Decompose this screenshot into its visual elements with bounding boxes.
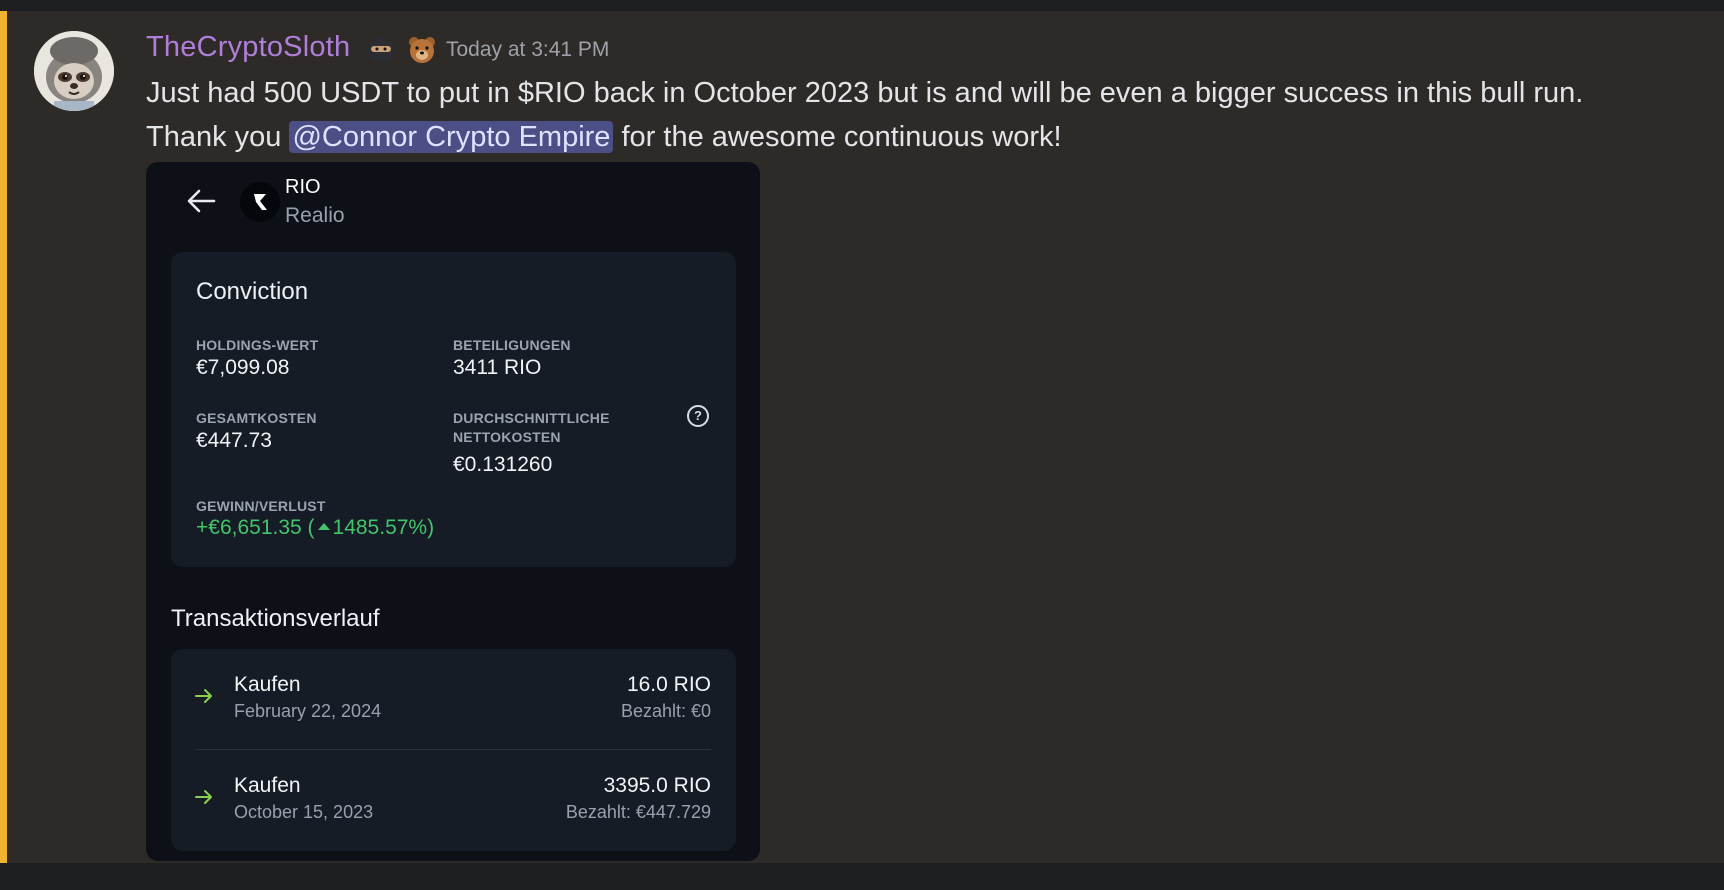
- attached-image[interactable]: RIO Realio Conviction HOLDINGS-WERT €7,0…: [146, 162, 760, 861]
- coin-symbol: RIO: [285, 176, 321, 198]
- back-arrow-icon: [187, 189, 216, 213]
- transaction-date: February 22, 2024: [234, 701, 382, 721]
- stakes-value: 3411 RIO: [453, 356, 542, 379]
- transaction-amount: 3395.0 RIO: [603, 774, 711, 797]
- message-timestamp[interactable]: Today at 3:41 PM: [446, 38, 609, 62]
- user-mention[interactable]: @Connor Crypto Empire: [289, 121, 614, 153]
- avg-cost-label-line2: NETTOKOSTEN: [453, 429, 561, 445]
- stakes-label: BETEILIGUNGEN: [453, 337, 571, 353]
- pnl-label: GEWINN/VERLUST: [196, 498, 326, 514]
- conviction-title: Conviction: [196, 278, 309, 305]
- holdings-label: HOLDINGS-WERT: [196, 337, 319, 353]
- bear-emoji-icon: [407, 35, 437, 65]
- transaction-list: Kaufen February 22, 2024 16.0 RIO Bezahl…: [171, 649, 736, 851]
- message-text-end: for the awesome continuous work!: [613, 121, 1062, 153]
- transaction-type: Kaufen: [234, 673, 301, 696]
- pnl-amount: +€6,651.35 (: [196, 516, 315, 539]
- transaction-paid: Bezahlt: €0: [620, 701, 711, 721]
- buy-arrow-icon: [195, 689, 212, 703]
- user-avatar[interactable]: [34, 31, 114, 111]
- transaction-row[interactable]: Kaufen October 15, 2023 3395.0 RIO Bezah…: [171, 750, 736, 850]
- user-badges: [366, 33, 441, 65]
- transaction-date: October 15, 2023: [234, 802, 374, 822]
- chat-message: TheCryptoSloth Today at 3:41 PM Just had…: [0, 11, 1724, 863]
- pnl-value: +€6,651.35 ( 1485.57%): [196, 516, 434, 540]
- avg-cost-label-line1: DURCHSCHNITTLICHE: [453, 410, 610, 426]
- realio-logo-icon: [240, 182, 280, 222]
- username[interactable]: TheCryptoSloth: [146, 31, 350, 64]
- pnl-percent: 1485.57%): [332, 516, 435, 539]
- total-cost-label: GESAMTKOSTEN: [196, 410, 317, 426]
- mention-highlight-bar: [0, 11, 7, 863]
- transaction-paid: Bezahlt: €447.729: [565, 802, 711, 822]
- buy-arrow-icon: [195, 790, 212, 804]
- transaction-amount: 16.0 RIO: [626, 673, 711, 696]
- ninja-emoji-icon: [366, 35, 396, 65]
- conviction-card: Conviction HOLDINGS-WERT €7,099.08 BETEI…: [171, 252, 736, 567]
- message-content: Just had 500 USDT to put in $RIO back in…: [146, 71, 1616, 159]
- transaction-type: Kaufen: [234, 774, 301, 797]
- help-icon[interactable]: ?: [687, 405, 709, 427]
- holdings-value: €7,099.08: [196, 356, 290, 379]
- transaction-row[interactable]: Kaufen February 22, 2024 16.0 RIO Bezahl…: [171, 649, 736, 749]
- caret-up-icon: [317, 523, 330, 530]
- avg-cost-value: €0.131260: [453, 453, 553, 476]
- transaction-history-title: Transaktionsverlauf: [171, 605, 380, 632]
- coin-name: Realio: [285, 204, 345, 227]
- sloth-avatar-icon: [34, 31, 114, 111]
- total-cost-value: €447.73: [196, 429, 272, 452]
